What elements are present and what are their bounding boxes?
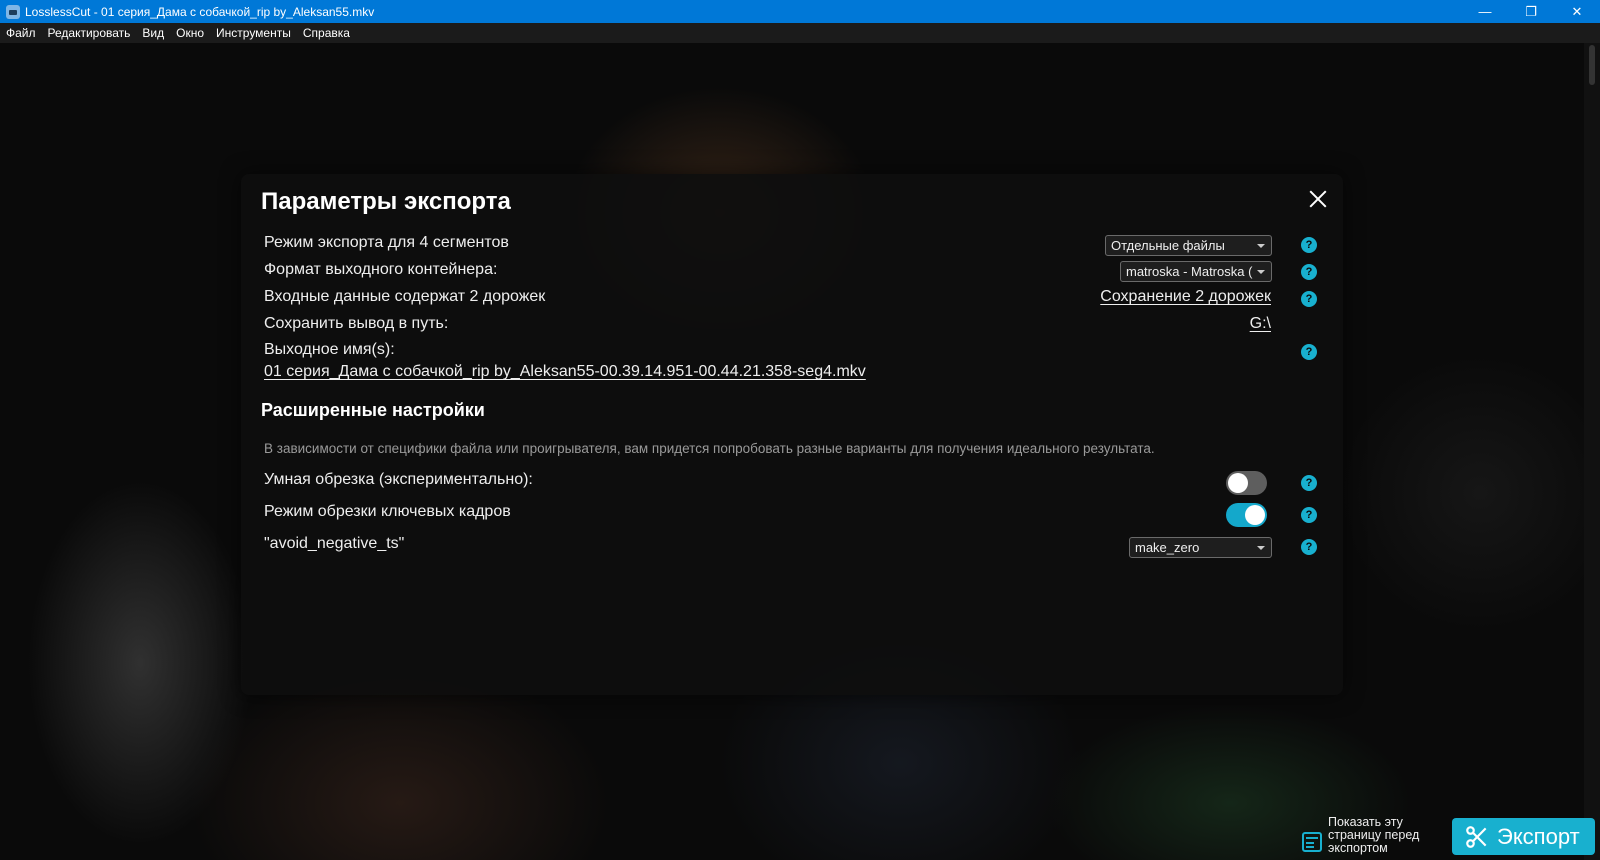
maximize-button[interactable]: ❐ bbox=[1508, 0, 1554, 23]
help-icon[interactable]: ? bbox=[1301, 237, 1317, 253]
save-path-link[interactable]: G:\ bbox=[1250, 315, 1271, 333]
dialog-title: Параметры экспорта bbox=[261, 188, 511, 215]
close-window-button[interactable]: ✕ bbox=[1554, 0, 1600, 23]
scrollbar-thumb[interactable] bbox=[1589, 45, 1595, 85]
toggle-knob bbox=[1245, 505, 1265, 525]
export-options-dialog: Параметры экспорта Режим экспорта для 4 … bbox=[241, 174, 1343, 695]
menu-tools[interactable]: Инструменты bbox=[210, 26, 297, 40]
help-icon[interactable]: ? bbox=[1301, 344, 1317, 360]
export-mode-label: Режим экспорта для 4 сегментов bbox=[264, 234, 509, 251]
tracks-link[interactable]: Сохранение 2 дорожек bbox=[1100, 288, 1271, 306]
menu-window[interactable]: Окно bbox=[170, 26, 210, 40]
scrollbar[interactable] bbox=[1584, 43, 1600, 860]
minimize-button[interactable]: — bbox=[1462, 0, 1508, 23]
container-format-value: matroska - Matroska ( bbox=[1126, 264, 1253, 279]
chevron-down-icon bbox=[1257, 244, 1265, 248]
help-icon[interactable]: ? bbox=[1301, 507, 1317, 523]
export-label: Экспорт bbox=[1497, 823, 1580, 849]
toggle-knob bbox=[1228, 473, 1248, 493]
menu-file[interactable]: Файл bbox=[0, 26, 42, 40]
export-mode-select[interactable]: Отдельные файлы bbox=[1105, 235, 1272, 256]
help-icon[interactable]: ? bbox=[1301, 539, 1317, 555]
scissors-icon bbox=[1466, 825, 1487, 848]
container-format-select[interactable]: matroska - Matroska ( bbox=[1120, 261, 1272, 282]
show-page-before-export-toggle[interactable]: Показать эту страницу перед экспортом bbox=[1302, 816, 1438, 855]
menu-view[interactable]: Вид bbox=[136, 26, 170, 40]
help-icon[interactable]: ? bbox=[1301, 475, 1317, 491]
window-title: LosslessCut - 01 серия_Дама с собачкой_r… bbox=[25, 4, 375, 19]
title-bar: LosslessCut - 01 серия_Дама с собачкой_r… bbox=[0, 0, 1600, 23]
menu-edit[interactable]: Редактировать bbox=[42, 26, 137, 40]
output-name-label: Выходное имя(s): bbox=[264, 341, 395, 358]
export-button[interactable]: Экспорт bbox=[1452, 818, 1595, 855]
smart-cut-label: Умная обрезка (экспериментально): bbox=[264, 471, 533, 488]
avoid-negative-ts-label: "avoid_negative_ts" bbox=[264, 535, 405, 552]
close-dialog-icon[interactable] bbox=[1307, 188, 1329, 210]
advanced-settings-heading: Расширенные настройки bbox=[261, 400, 485, 420]
show-page-label: Показать эту страницу перед экспортом bbox=[1328, 815, 1420, 855]
keyframe-cut-label: Режим обрезки ключевых кадров bbox=[264, 503, 511, 520]
help-icon[interactable]: ? bbox=[1301, 291, 1317, 307]
export-mode-value: Отдельные файлы bbox=[1111, 238, 1225, 253]
menu-help[interactable]: Справка bbox=[297, 26, 356, 40]
save-path-label: Сохранить вывод в путь: bbox=[264, 315, 449, 332]
advanced-settings-note: В зависимости от специфики файла или про… bbox=[264, 441, 1155, 456]
chevron-down-icon bbox=[1257, 270, 1265, 274]
keyframe-cut-toggle[interactable] bbox=[1226, 503, 1267, 527]
tracks-label: Входные данные содержат 2 дорожек bbox=[264, 288, 546, 305]
app-icon bbox=[6, 4, 20, 19]
avoid-negative-ts-select[interactable]: make_zero bbox=[1129, 537, 1272, 558]
avoid-negative-ts-value: make_zero bbox=[1135, 540, 1200, 555]
calendar-icon bbox=[1302, 831, 1322, 852]
help-icon[interactable]: ? bbox=[1301, 264, 1317, 280]
container-format-label: Формат выходного контейнера: bbox=[264, 261, 498, 278]
smart-cut-toggle[interactable] bbox=[1226, 471, 1267, 495]
menu-bar: Файл Редактировать Вид Окно Инструменты … bbox=[0, 23, 1600, 43]
output-name-link[interactable]: 01 серия_Дама с собачкой_rip by_Aleksan5… bbox=[264, 363, 866, 381]
chevron-down-icon bbox=[1257, 546, 1265, 550]
